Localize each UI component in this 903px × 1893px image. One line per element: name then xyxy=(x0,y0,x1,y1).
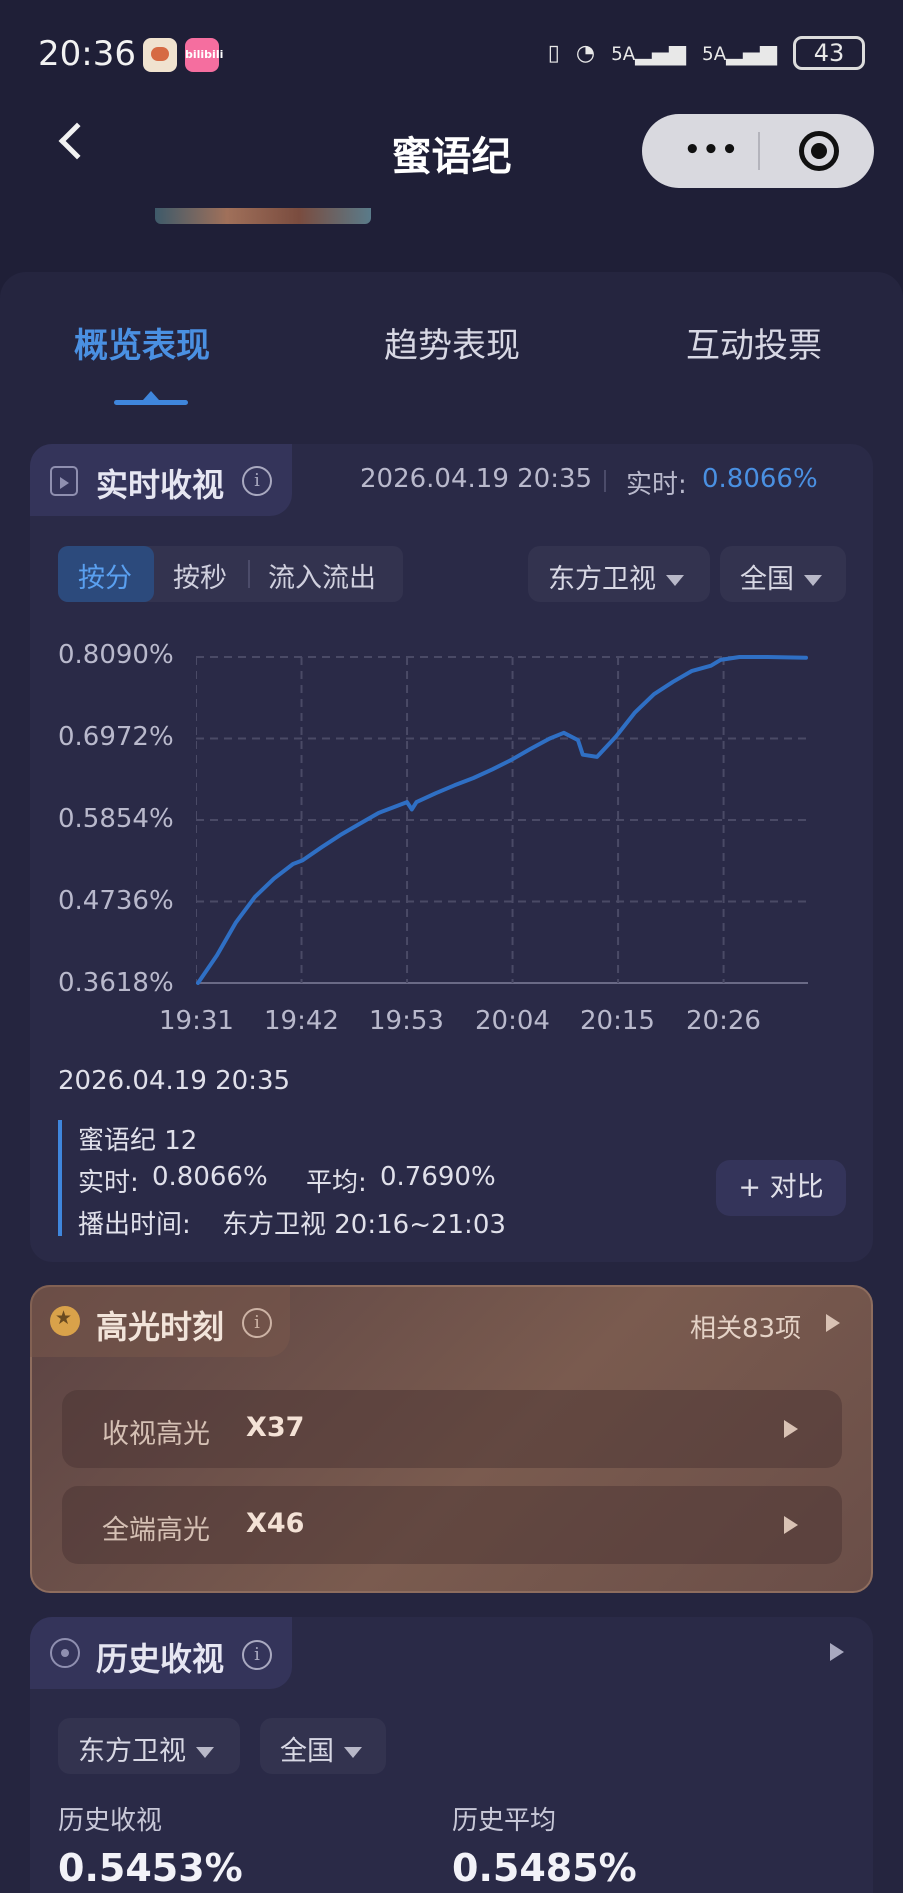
region-dropdown[interactable]: 全国 xyxy=(720,546,846,602)
chevron-down-icon xyxy=(196,1747,214,1758)
tab-vote[interactable]: 互动投票 xyxy=(686,318,822,367)
detail-realtime-label: 实时: xyxy=(78,1168,139,1198)
y-tick-4: 0.3618% xyxy=(58,968,174,998)
history-region-dropdown[interactable]: 全国 xyxy=(260,1718,386,1774)
detail-airtime-label: 播出时间: xyxy=(78,1210,191,1240)
mini-program-capsule: ••• xyxy=(642,114,874,188)
legend-bar xyxy=(58,1120,62,1236)
tab-trend[interactable]: 趋势表现 xyxy=(384,318,520,367)
segment-by-second[interactable]: 按秒 xyxy=(173,556,227,595)
x-tick-5: 20:26 xyxy=(686,1006,761,1036)
play-arrow-icon[interactable] xyxy=(784,1420,798,1438)
wifi-icon: ◔ xyxy=(575,40,596,66)
play-arrow-icon[interactable] xyxy=(830,1643,844,1661)
history-region-label: 全国 xyxy=(280,1736,334,1767)
info-icon[interactable]: i xyxy=(242,1640,272,1670)
history-channel-dropdown[interactable]: 东方卫视 xyxy=(58,1718,240,1774)
highlight-row-label: 收视高光 xyxy=(102,1419,210,1450)
segment-divider xyxy=(248,560,250,588)
info-icon[interactable]: i xyxy=(242,466,272,496)
history-rating-value: 0.5453% xyxy=(58,1846,243,1890)
close-target-icon[interactable] xyxy=(799,131,839,171)
detail-realtime-value: 0.8066% xyxy=(152,1162,268,1192)
history-channel-label: 东方卫视 xyxy=(78,1736,186,1767)
calendar-play-icon xyxy=(50,466,78,496)
detail-airtime-value: 东方卫视 20:16~21:03 xyxy=(222,1210,506,1240)
meta-divider xyxy=(604,470,606,492)
y-tick-1: 0.6972% xyxy=(58,722,174,752)
drama-cover-thumbnail xyxy=(155,208,371,224)
status-indicators: ▯ ◔ 5A▂▄▆ 5A▂▄▆ 43 xyxy=(548,36,865,70)
highlight-row-value: X46 xyxy=(246,1508,305,1539)
x-tick-1: 19:42 xyxy=(264,1006,339,1036)
status-time: 20:36 xyxy=(38,34,136,74)
realtime-line-chart[interactable] xyxy=(196,655,810,985)
x-tick-4: 20:15 xyxy=(580,1006,655,1036)
segment-flow[interactable]: 流入流出 xyxy=(268,556,376,595)
chevron-down-icon xyxy=(344,1747,362,1758)
highlight-row-label: 全端高光 xyxy=(102,1515,210,1546)
realtime-label: 实时: xyxy=(626,470,687,500)
channel-dropdown[interactable]: 东方卫视 xyxy=(528,546,710,602)
highlight-related-link[interactable]: 相关83项 xyxy=(690,1308,801,1345)
realtime-value: 0.8066% xyxy=(702,464,818,494)
active-tab-indicator xyxy=(114,391,188,405)
battery-icon: 43 xyxy=(793,36,865,70)
history-rating-label: 历史收视 xyxy=(58,1806,163,1836)
star-badge-icon xyxy=(50,1306,80,1336)
channel-dropdown-label: 东方卫视 xyxy=(548,564,656,595)
x-tick-2: 19:53 xyxy=(369,1006,444,1036)
history-average-value: 0.5485% xyxy=(452,1846,637,1890)
film-reel-icon xyxy=(50,1638,80,1668)
y-tick-3: 0.4736% xyxy=(58,886,174,916)
chart-grid xyxy=(196,656,808,984)
compare-button[interactable]: + 对比 xyxy=(716,1160,846,1216)
x-tick-0: 19:31 xyxy=(159,1006,234,1036)
detail-timestamp: 2026.04.19 20:35 xyxy=(58,1066,291,1096)
bilibili-notification-icon: bilibili xyxy=(185,38,223,72)
history-average-label: 历史平均 xyxy=(452,1806,557,1836)
tab-overview[interactable]: 概览表现 xyxy=(74,318,210,367)
realtime-title: 实时收视 xyxy=(96,466,225,504)
app-notification-icon xyxy=(143,38,177,72)
highlight-title: 高光时刻 xyxy=(96,1308,225,1346)
signal-icon-1: 5A▂▄▆ xyxy=(611,40,687,66)
detail-avg-label: 平均: xyxy=(306,1168,367,1198)
realtime-timestamp: 2026.04.19 20:35 xyxy=(360,464,593,494)
detail-avg-value: 0.7690% xyxy=(380,1162,496,1192)
chevron-down-icon xyxy=(804,575,822,586)
capsule-divider xyxy=(758,132,760,170)
y-tick-2: 0.5854% xyxy=(58,804,174,834)
play-arrow-icon[interactable] xyxy=(784,1516,798,1534)
vibrate-icon: ▯ xyxy=(547,40,560,66)
more-icon[interactable]: ••• xyxy=(684,135,740,165)
chevron-down-icon xyxy=(666,575,684,586)
history-title: 历史收视 xyxy=(96,1640,225,1678)
region-dropdown-label: 全国 xyxy=(740,564,794,595)
info-icon[interactable]: i xyxy=(242,1308,272,1338)
y-tick-0: 0.8090% xyxy=(58,640,174,670)
detail-episode: 蜜语纪 12 xyxy=(78,1126,198,1156)
segment-by-minute[interactable]: 按分 xyxy=(78,556,132,595)
signal-icon-2: 5A▂▄▆ xyxy=(702,40,777,66)
highlight-row-value: X37 xyxy=(246,1412,305,1443)
play-arrow-icon[interactable] xyxy=(826,1314,840,1332)
x-tick-3: 20:04 xyxy=(475,1006,550,1036)
